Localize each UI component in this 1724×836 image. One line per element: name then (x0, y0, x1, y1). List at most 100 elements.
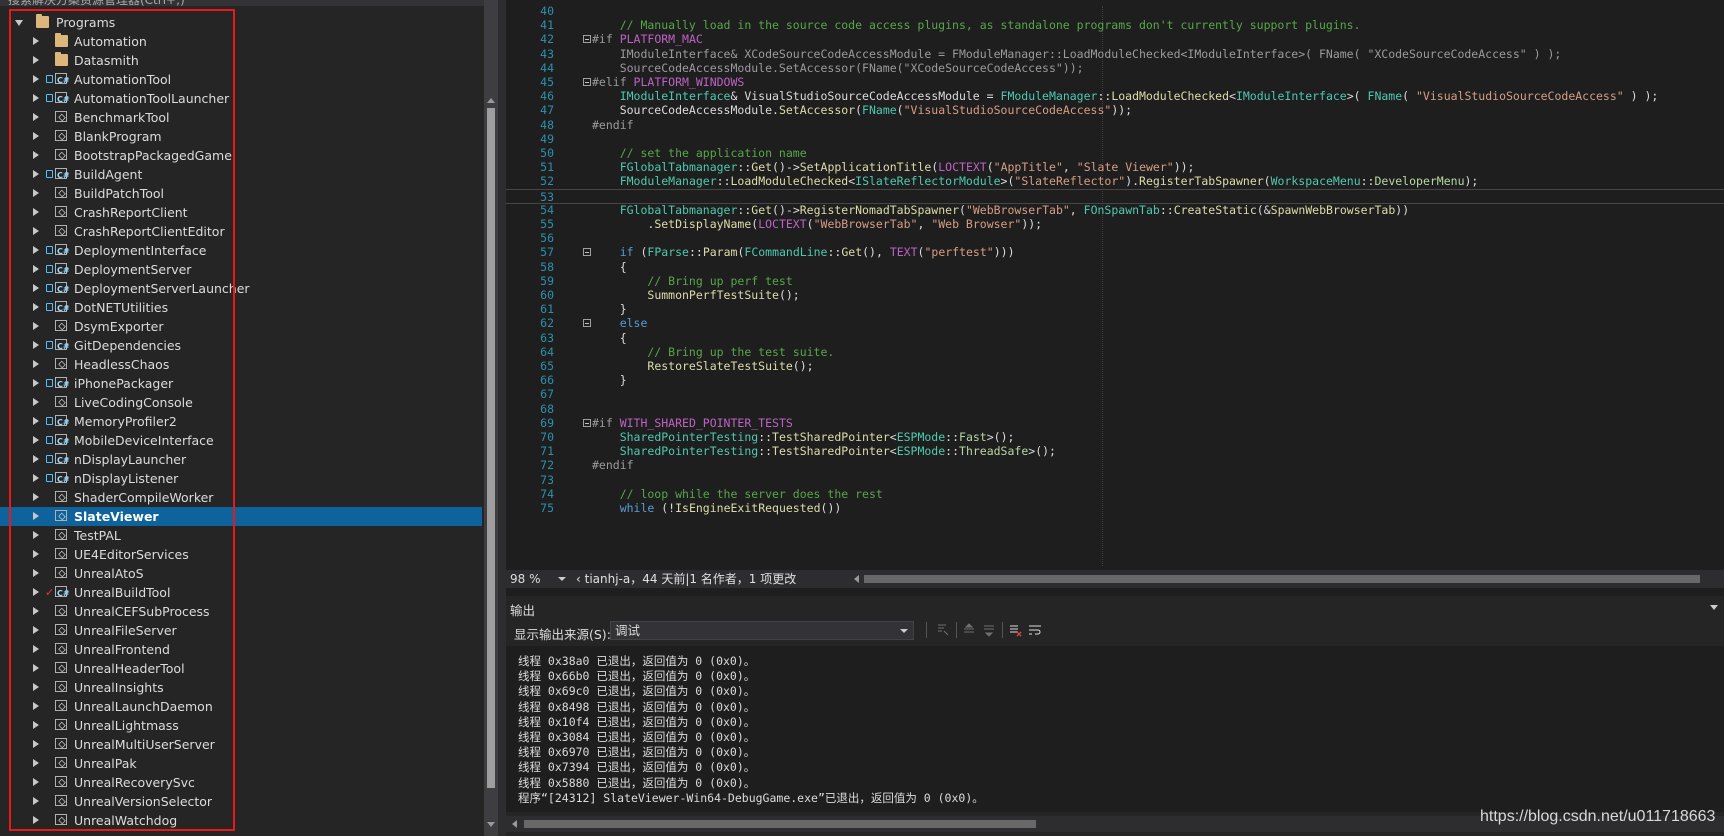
tree-item-crashreportclient[interactable]: CrashReportClient (0, 203, 482, 222)
expand-arrow-icon[interactable] (33, 702, 39, 710)
scrollbar-thumb[interactable] (524, 820, 1036, 828)
tree-item-deploymentinterface[interactable]: DeploymentInterface (0, 241, 482, 261)
tree-item-unrealbuildtool[interactable]: ✓ UnrealBuildTool (0, 583, 482, 603)
expand-arrow-icon[interactable] (33, 778, 39, 786)
tree-item-dotnetutilities[interactable]: DotNETUtilities (0, 298, 482, 318)
tree-item-iphonepackager[interactable]: iPhonePackager (0, 374, 482, 394)
tree-item-benchmarktool[interactable]: BenchmarkTool (0, 108, 482, 127)
word-wrap-icon[interactable] (1028, 623, 1042, 637)
tree-item-automationtool[interactable]: AutomationTool (0, 70, 482, 90)
expand-arrow-icon[interactable] (33, 322, 39, 330)
expand-arrow-icon[interactable] (33, 303, 39, 311)
scroll-left-icon[interactable] (854, 575, 859, 583)
expand-arrow-icon[interactable] (33, 246, 39, 254)
expand-arrow-icon[interactable] (33, 474, 39, 482)
tree-item-unreallightmass[interactable]: UnrealLightmass (0, 716, 482, 735)
explorer-vertical-scrollbar[interactable] (484, 0, 498, 836)
tree-item-buildagent[interactable]: BuildAgent (0, 165, 482, 185)
expand-arrow-icon[interactable] (33, 455, 39, 463)
expand-arrow-icon[interactable] (33, 151, 39, 159)
expand-arrow-icon[interactable] (15, 20, 23, 26)
expand-arrow-icon[interactable] (33, 56, 39, 64)
scrollbar-thumb[interactable] (487, 108, 495, 788)
tree-item-testpal[interactable]: TestPAL (0, 526, 482, 545)
expand-arrow-icon[interactable] (33, 588, 39, 596)
tree-item-ndisplaylistener[interactable]: nDisplayListener (0, 469, 482, 489)
collapse-region-icon[interactable] (583, 78, 591, 86)
tree-item-datasmith[interactable]: Datasmith (0, 51, 482, 70)
expand-arrow-icon[interactable] (33, 512, 39, 520)
expand-arrow-icon[interactable] (33, 170, 39, 178)
scroll-down-icon[interactable] (487, 822, 495, 827)
previous-message-icon[interactable] (962, 623, 976, 637)
tree-item-unrealrecoverysvc[interactable]: UnrealRecoverySvc (0, 773, 482, 792)
tree-item-deploymentserver[interactable]: DeploymentServer (0, 260, 482, 280)
zoom-dropdown[interactable]: 98 % (508, 570, 570, 588)
expand-arrow-icon[interactable] (33, 379, 39, 387)
expand-arrow-icon[interactable] (33, 569, 39, 577)
tree-root-programs[interactable]: Programs (0, 13, 482, 32)
collapse-region-icon[interactable] (583, 248, 591, 257)
expand-arrow-icon[interactable] (33, 740, 39, 748)
tree-item-buildpatchtool[interactable]: BuildPatchTool (0, 184, 482, 203)
expand-arrow-icon[interactable] (33, 436, 39, 444)
expand-arrow-icon[interactable] (33, 721, 39, 729)
expand-arrow-icon[interactable] (33, 664, 39, 672)
collapse-region-icon[interactable] (583, 418, 591, 427)
expand-arrow-icon[interactable] (33, 816, 39, 824)
tree-item-bootstrappackagedgame[interactable]: BootstrapPackagedGame (0, 146, 482, 165)
tree-item-unrealmultiuserserver[interactable]: UnrealMultiUserServer (0, 735, 482, 754)
expand-arrow-icon[interactable] (33, 683, 39, 691)
expand-arrow-icon[interactable] (33, 341, 39, 349)
expand-arrow-icon[interactable] (33, 550, 39, 558)
tree-item-mobiledeviceinterface[interactable]: MobileDeviceInterface (0, 431, 482, 451)
expand-arrow-icon[interactable] (33, 626, 39, 634)
code-line[interactable]: 75 while (!IsEngineExitRequested()) (506, 501, 1724, 517)
tree-item-memoryprofiler2[interactable]: MemoryProfiler2 (0, 412, 482, 432)
expand-arrow-icon[interactable] (33, 759, 39, 767)
clear-all-icon[interactable] (1008, 623, 1022, 637)
tree-item-unrealheadertool[interactable]: UnrealHeaderTool (0, 659, 482, 678)
find-message-icon[interactable] (936, 623, 950, 637)
expand-arrow-icon[interactable] (33, 189, 39, 197)
tree-item-unrealfileserver[interactable]: UnrealFileServer (0, 621, 482, 640)
code-editor[interactable]: 40 41 // Manually load in the source code… (506, 0, 1724, 570)
tree-item-dsymexporter[interactable]: DsymExporter (0, 317, 482, 336)
tree-item-unrealinsights[interactable]: UnrealInsights (0, 678, 482, 697)
tree-item-blankprogram[interactable]: BlankProgram (0, 127, 482, 146)
tree-item-automationtoollauncher[interactable]: AutomationToolLauncher (0, 89, 482, 109)
tree-item-unrealfrontend[interactable]: UnrealFrontend (0, 640, 482, 659)
expand-arrow-icon[interactable] (33, 417, 39, 425)
collapse-region-icon[interactable] (583, 35, 591, 44)
editor-horizontal-scrollbar[interactable] (864, 575, 1700, 583)
codelens-git-info[interactable]: ‹ tianhj-a，44 天前|1 名作者，1 项更改 (576, 570, 796, 588)
expand-arrow-icon[interactable] (33, 75, 39, 83)
expand-arrow-icon[interactable] (33, 797, 39, 805)
panel-menu-icon[interactable] (1710, 605, 1718, 610)
expand-arrow-icon[interactable] (33, 113, 39, 121)
tree-item-crashreportclienteditor[interactable]: CrashReportClientEditor (0, 222, 482, 241)
tree-item-unreallaunchdaemon[interactable]: UnrealLaunchDaemon (0, 697, 482, 716)
expand-arrow-icon[interactable] (33, 265, 39, 273)
tree-item-slateviewer[interactable]: SlateViewer (0, 507, 482, 526)
scroll-up-icon[interactable] (487, 98, 495, 103)
expand-arrow-icon[interactable] (33, 227, 39, 235)
expand-arrow-icon[interactable] (33, 645, 39, 653)
tree-item-unrealwatchdog[interactable]: UnrealWatchdog (0, 811, 482, 830)
tree-item-automation[interactable]: Automation (0, 32, 482, 51)
expand-arrow-icon[interactable] (33, 37, 39, 45)
tree-item-shadercompileworker[interactable]: ShaderCompileWorker (0, 488, 482, 507)
tree-item-ndisplaylauncher[interactable]: nDisplayLauncher (0, 450, 482, 470)
expand-arrow-icon[interactable] (33, 607, 39, 615)
tree-item-ue4editorservices[interactable]: UE4EditorServices (0, 545, 482, 564)
scroll-left-icon[interactable] (512, 820, 517, 828)
tree-item-unrealpak[interactable]: UnrealPak (0, 754, 482, 773)
tree-item-headlesschaos[interactable]: HeadlessChaos (0, 355, 482, 374)
expand-arrow-icon[interactable] (33, 398, 39, 406)
output-source-select[interactable]: 调试 (610, 621, 914, 640)
expand-arrow-icon[interactable] (33, 531, 39, 539)
tree-item-unrealcefsubprocess[interactable]: UnrealCEFSubProcess (0, 602, 482, 621)
tree-item-unrealversionselector[interactable]: UnrealVersionSelector (0, 792, 482, 811)
tree-item-livecodingconsole[interactable]: LiveCodingConsole (0, 393, 482, 412)
output-text-area[interactable]: 线程 0x38a0 已退出，返回值为 0 (0x0)。 线程 0x66b0 已退出… (506, 646, 1724, 812)
